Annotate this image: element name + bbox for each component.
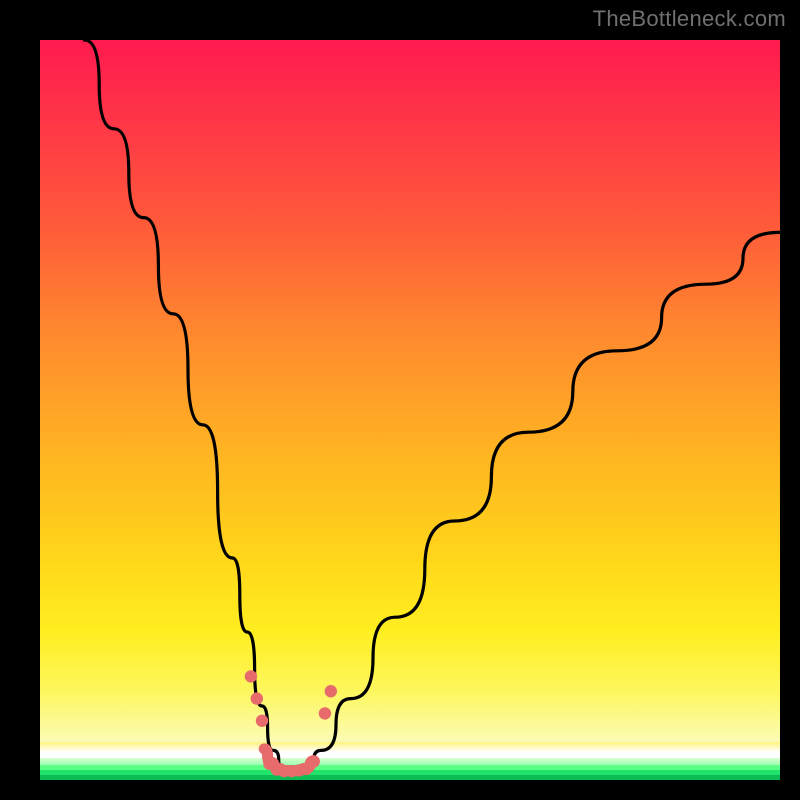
highlight-dot (245, 670, 257, 682)
highlight-dot (251, 692, 263, 704)
highlight-dot (256, 715, 268, 727)
highlight-dot (325, 685, 337, 697)
highlight-dot (308, 755, 320, 767)
chart-area (40, 40, 780, 780)
bottleneck-curve (84, 40, 780, 771)
watermark: TheBottleneck.com (593, 6, 786, 32)
chart-svg (40, 40, 780, 780)
highlight-dot (319, 707, 331, 719)
